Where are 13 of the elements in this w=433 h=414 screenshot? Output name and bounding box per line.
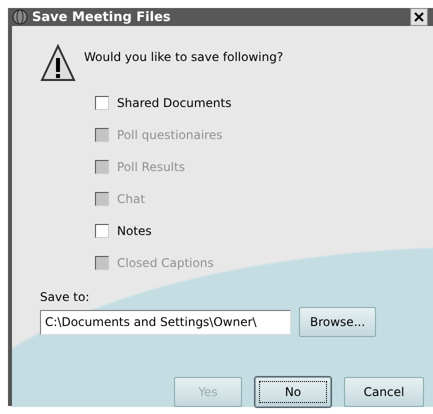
prompt-text: Would you like to save following? [84, 50, 284, 66]
warning-icon [40, 44, 76, 84]
option-checkbox[interactable]: Shared Documents [95, 94, 433, 112]
option-checkbox[interactable]: Notes [95, 222, 433, 240]
dialog-button[interactable]: No [255, 377, 331, 407]
close-button[interactable] [410, 8, 428, 26]
close-icon [414, 12, 424, 22]
globe-icon [12, 9, 28, 25]
save-to-label: Save to: [40, 290, 90, 304]
browse-button[interactable]: Browse... [299, 307, 376, 337]
dialog-button[interactable]: Cancel [344, 377, 424, 407]
path-field[interactable]: C:\Documents and Settings\Owner\ [40, 310, 291, 334]
window-title: Save Meeting Files [32, 10, 172, 24]
